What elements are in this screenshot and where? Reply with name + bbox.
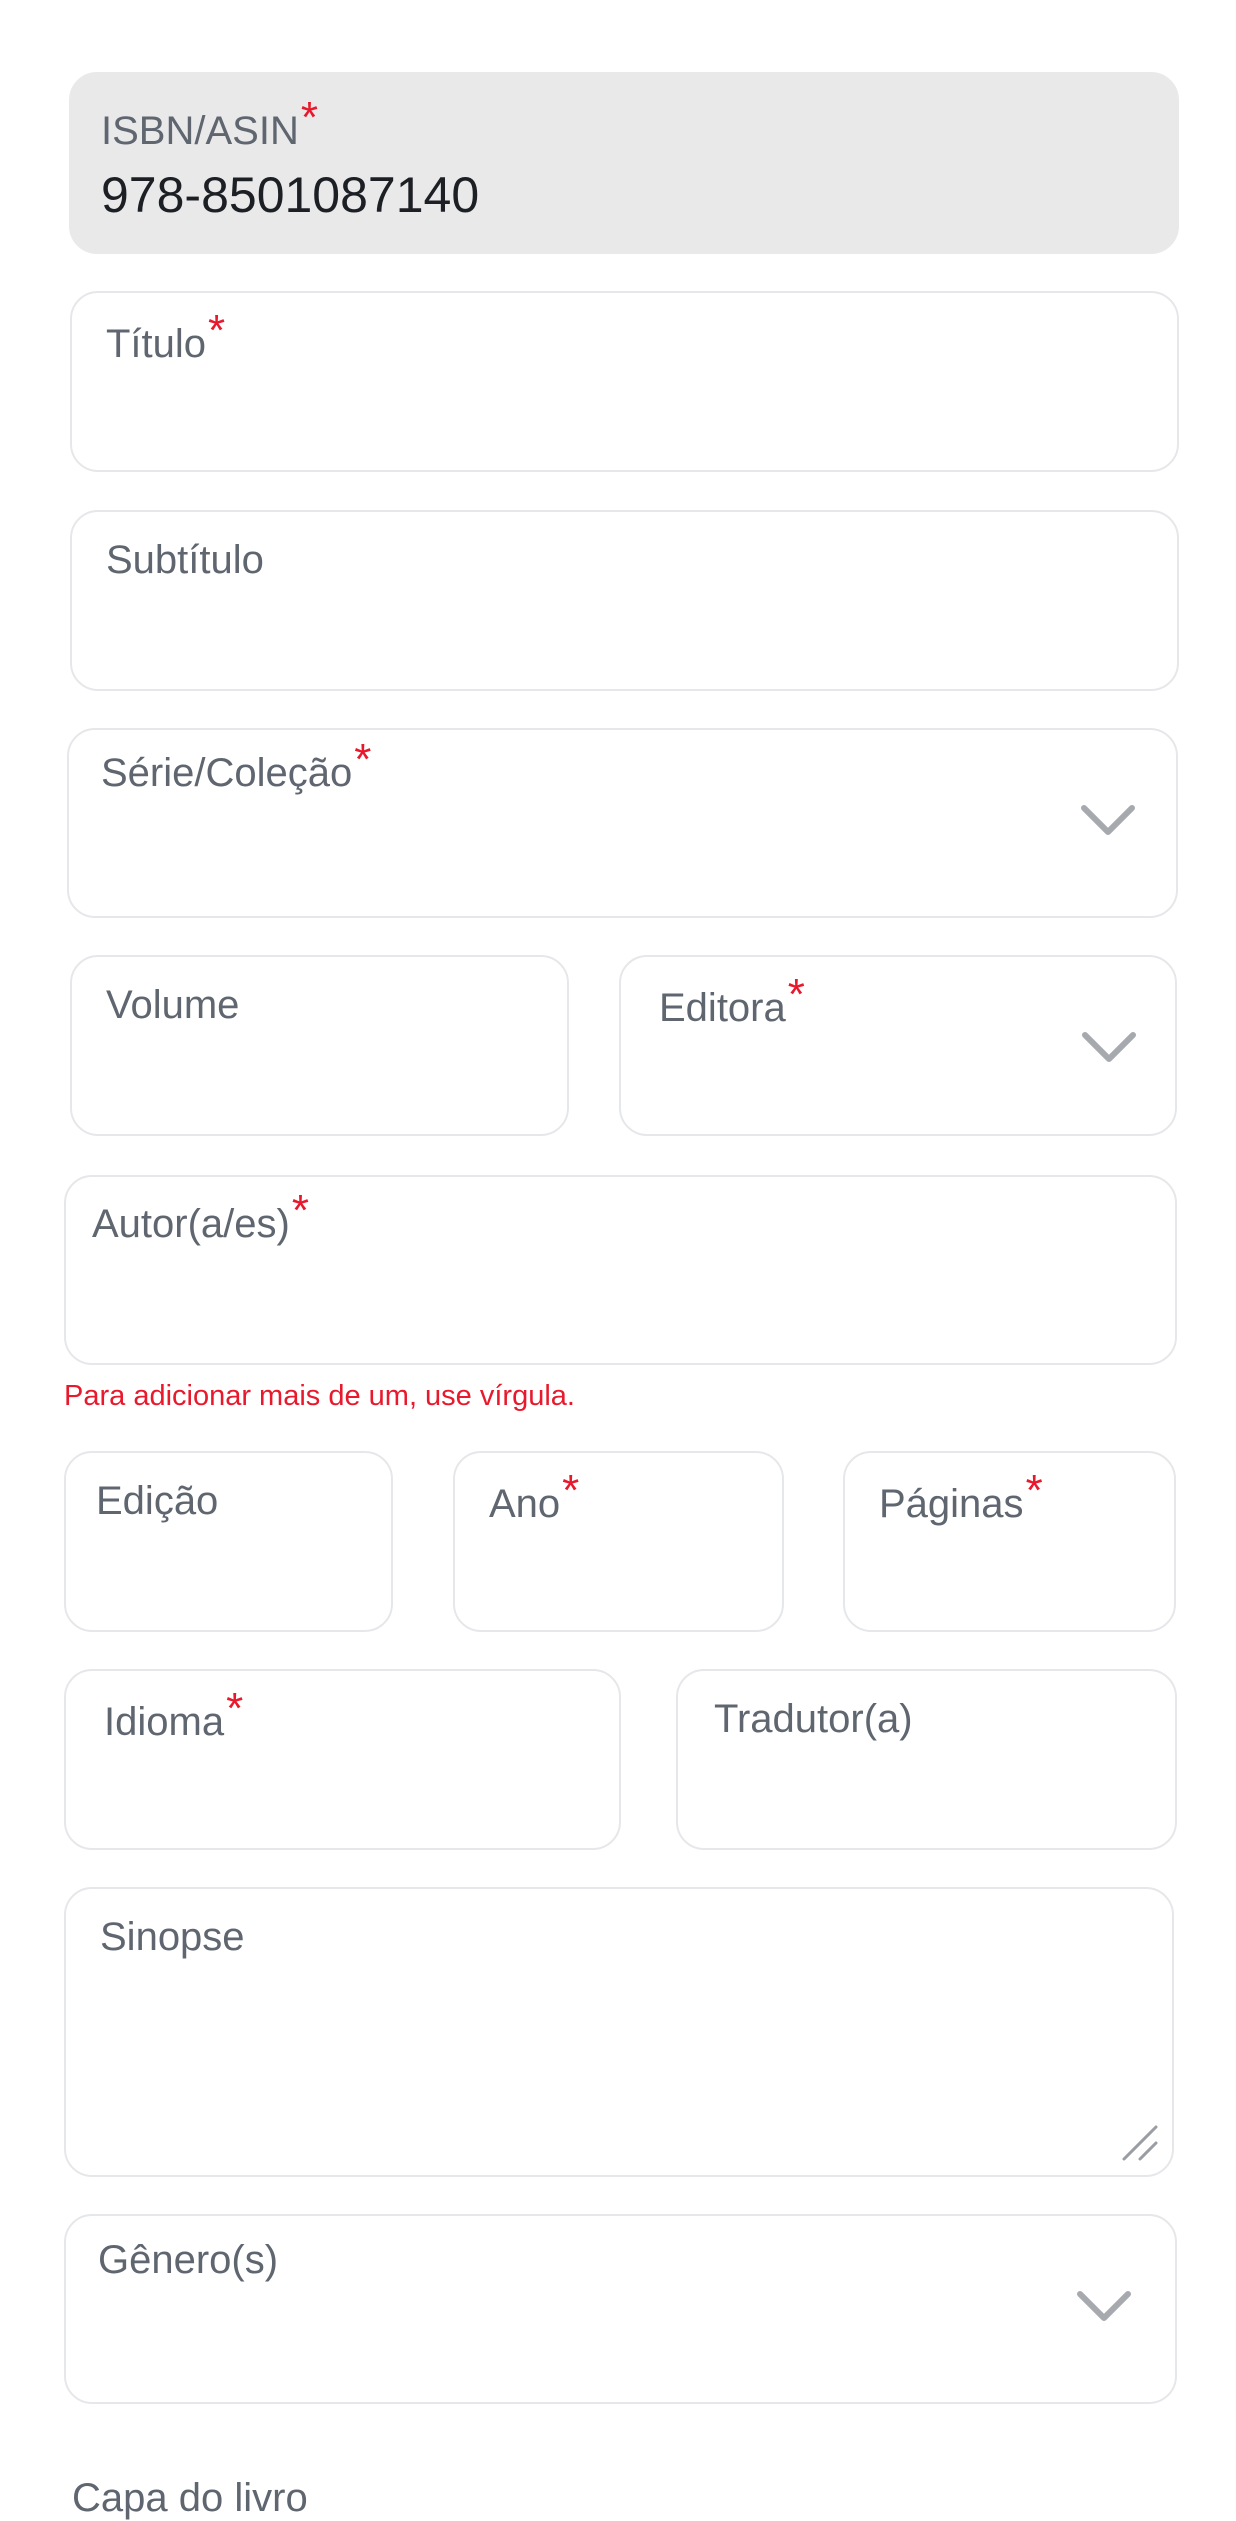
required-mark: * <box>226 1684 244 1733</box>
required-mark: * <box>354 735 372 784</box>
autores-label-text: Autor(a/es) <box>92 1202 290 1246</box>
ano-field[interactable]: Ano* <box>453 1451 784 1632</box>
editora-label: Editora* <box>659 973 805 1030</box>
tradutor-label: Tradutor(a) <box>714 1697 913 1741</box>
edicao-label: Edição <box>96 1479 219 1523</box>
tradutor-field[interactable]: Tradutor(a) <box>676 1669 1177 1850</box>
volume-field[interactable]: Volume <box>70 955 569 1136</box>
ano-label: Ano* <box>489 1469 579 1526</box>
titulo-label: Título* <box>106 309 225 366</box>
chevron-down-icon <box>1081 805 1135 835</box>
resize-handle-icon[interactable] <box>1118 2121 1162 2165</box>
serie-label: Série/Coleção* <box>101 738 371 795</box>
required-mark: * <box>562 1466 580 1515</box>
required-mark: * <box>208 306 226 355</box>
serie-label-text: Série/Coleção <box>101 751 353 795</box>
chevron-down-icon <box>1077 2291 1131 2321</box>
required-mark: * <box>300 93 318 142</box>
autores-hint: Para adicionar mais de um, use vírgula. <box>64 1380 575 1412</box>
editora-select[interactable]: Editora* <box>619 955 1177 1136</box>
editora-label-text: Editora <box>659 986 786 1030</box>
serie-select[interactable]: Série/Coleção* <box>67 728 1178 918</box>
titulo-field[interactable]: Título* <box>70 291 1179 472</box>
capa-label: Capa do livro <box>72 2476 308 2520</box>
generos-select[interactable]: Gênero(s) <box>64 2214 1177 2404</box>
idioma-field[interactable]: Idioma* <box>64 1669 621 1850</box>
autores-label: Autor(a/es)* <box>92 1189 309 1246</box>
ano-label-text: Ano <box>489 1482 561 1526</box>
subtitulo-field[interactable]: Subtítulo <box>70 510 1179 691</box>
isbn-field[interactable]: ISBN/ASIN* 978-8501087140 <box>69 72 1179 254</box>
volume-label: Volume <box>106 983 240 1027</box>
titulo-label-text: Título <box>106 322 207 366</box>
sinopse-textarea[interactable]: Sinopse <box>64 1887 1174 2177</box>
autores-field[interactable]: Autor(a/es)* <box>64 1175 1177 1365</box>
generos-label: Gênero(s) <box>98 2238 279 2282</box>
chevron-down-icon <box>1082 1032 1136 1062</box>
paginas-label: Páginas* <box>879 1469 1043 1526</box>
paginas-label-text: Páginas <box>879 1482 1024 1526</box>
isbn-value: 978-8501087140 <box>101 167 480 223</box>
idioma-label: Idioma* <box>104 1687 243 1744</box>
sinopse-label: Sinopse <box>100 1915 245 1959</box>
idioma-label-text: Idioma <box>104 1700 225 1744</box>
required-mark: * <box>1025 1466 1043 1515</box>
edicao-field[interactable]: Edição <box>64 1451 393 1632</box>
required-mark: * <box>787 970 805 1019</box>
isbn-label-text: ISBN/ASIN <box>101 109 299 153</box>
required-mark: * <box>291 1186 309 1235</box>
paginas-field[interactable]: Páginas* <box>843 1451 1176 1632</box>
isbn-label: ISBN/ASIN* <box>101 96 318 153</box>
subtitulo-label: Subtítulo <box>106 538 264 582</box>
